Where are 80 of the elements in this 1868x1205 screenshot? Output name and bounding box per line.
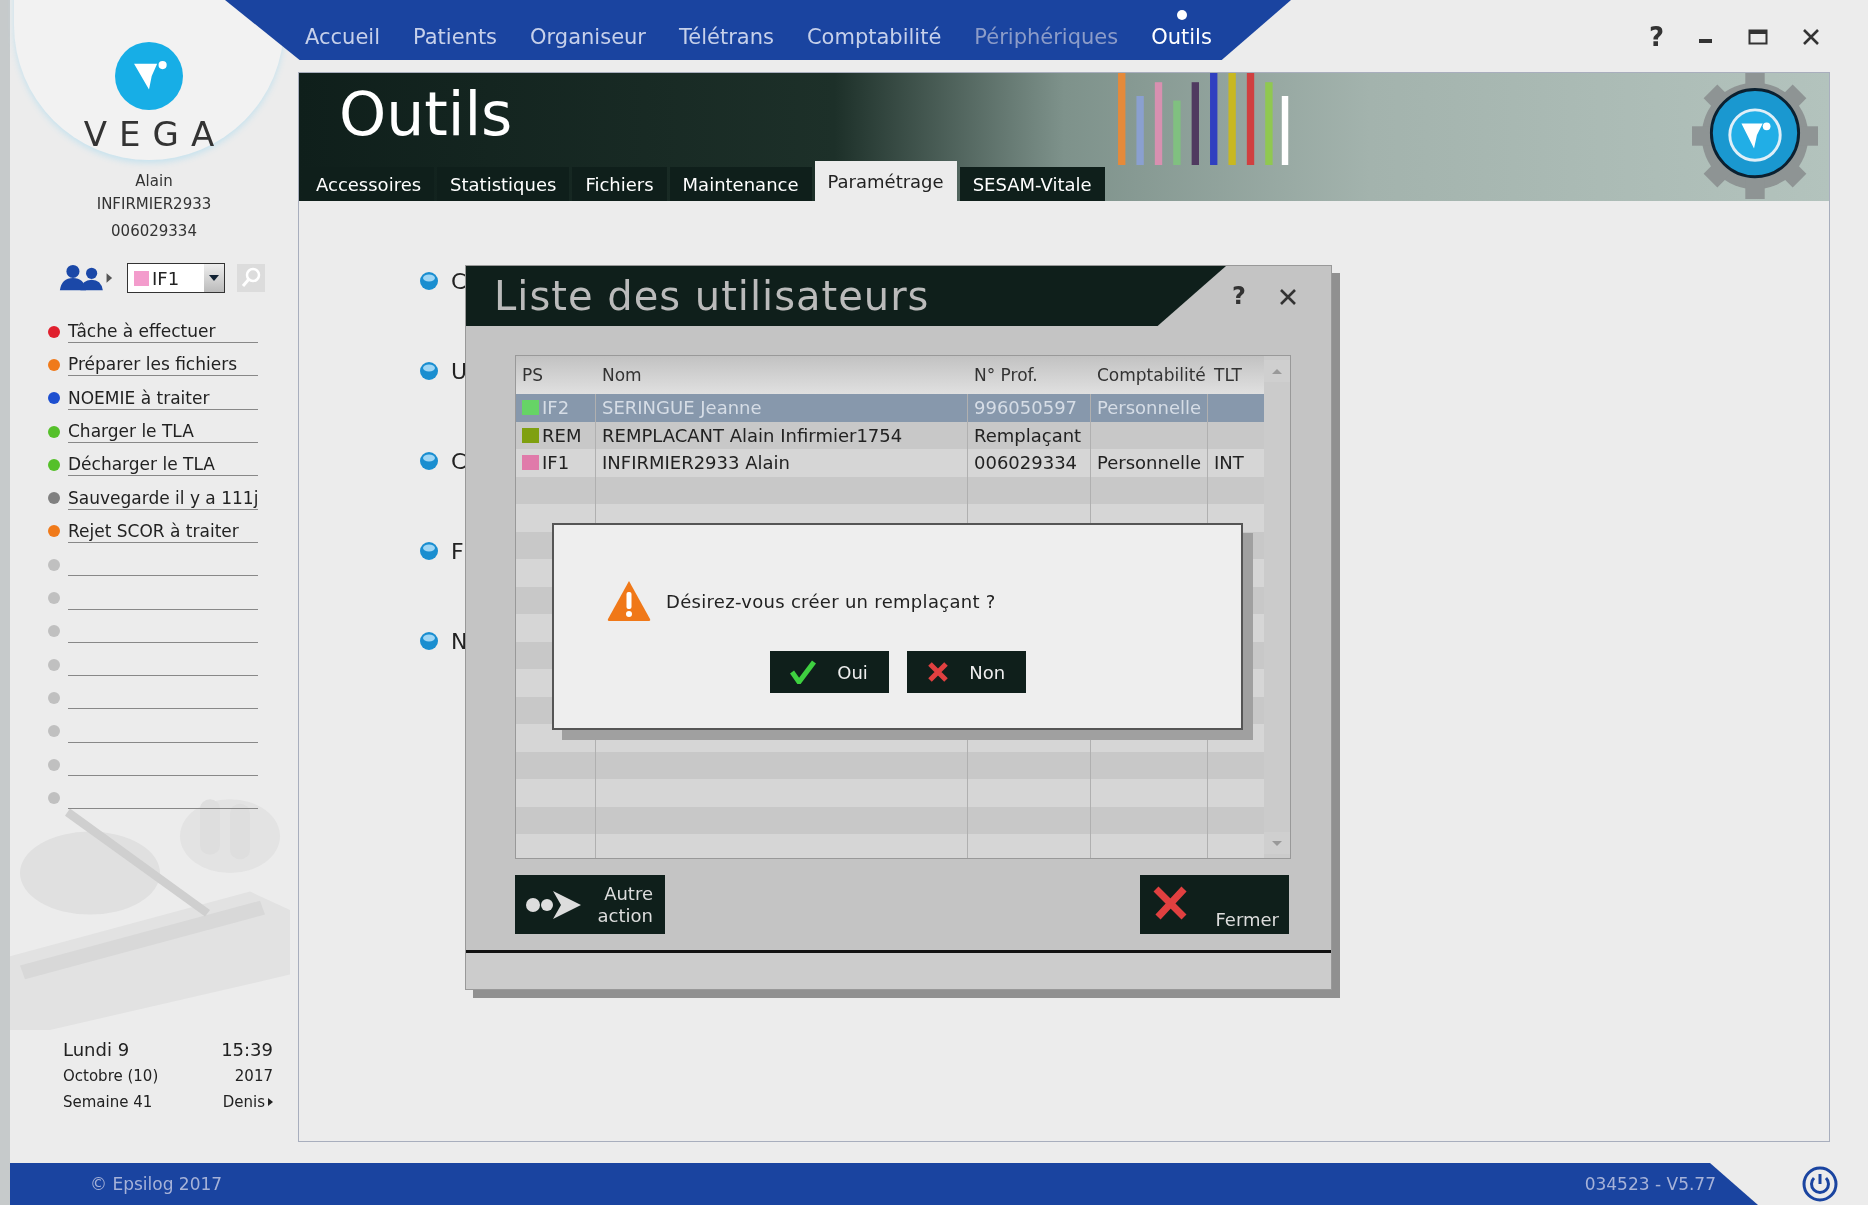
task-link[interactable]: Rejet SCOR à traiter xyxy=(68,519,258,543)
caret-icon xyxy=(268,1098,273,1106)
column-header: Nom xyxy=(601,364,643,387)
bullet-icon xyxy=(419,361,439,381)
table-cell: INT xyxy=(1214,452,1244,474)
section-tab[interactable]: Fichiers xyxy=(572,167,667,201)
logo-text: VEGA xyxy=(82,114,227,154)
user-first-name: Alain xyxy=(134,171,174,192)
table-cell: Personnelle xyxy=(1097,452,1202,474)
yes-button[interactable]: Oui xyxy=(769,651,889,693)
close-icon[interactable] xyxy=(1279,288,1297,306)
bullet-icon xyxy=(419,541,439,561)
dialog-title: Liste des utilisateurs xyxy=(466,266,1226,326)
date-year: 2017 xyxy=(234,1066,273,1087)
close-icon[interactable] xyxy=(1802,28,1820,46)
section-tab[interactable]: Maintenance xyxy=(669,167,812,201)
action-button[interactable]: Autre action xyxy=(515,875,665,934)
table-cell: 996050597 xyxy=(974,397,1078,419)
user-row[interactable]: IF1 INFIRMIER2933 Alain 006029334 Personnelle INT xyxy=(516,449,1264,477)
menu-item-text[interactable]: C xyxy=(451,448,467,474)
help-button[interactable]: ? xyxy=(1232,282,1246,310)
column-header: N° Prof. xyxy=(973,364,1039,387)
task-link[interactable]: Sauvegarde il y a 111j xyxy=(68,486,258,510)
user-last-name: INFIRMIER2933 xyxy=(95,194,213,215)
table-cell: REMPLACANT Alain Infirmier1754 xyxy=(602,424,903,446)
help-button[interactable]: ? xyxy=(1648,22,1664,52)
table-cell: SERINGUE Jeanne xyxy=(602,397,762,419)
copyright-text: © Epsilog 2017 xyxy=(90,1174,223,1194)
nav-tab[interactable]: Comptabilité xyxy=(806,10,942,50)
date-day: Lundi 9 xyxy=(63,1037,130,1063)
user-row[interactable]: REM REMPLACANT Alain Infirmier1754 Remplaçant xyxy=(516,421,1264,449)
menu-item-text[interactable]: F xyxy=(451,538,464,564)
page-title: Outils xyxy=(339,79,513,149)
confirm-message: Désirez-vous créer un remplaçant ? xyxy=(666,590,996,612)
warning-icon xyxy=(606,579,652,623)
table-cell: IF2 xyxy=(542,397,570,419)
user-switch-link[interactable]: Denis xyxy=(222,1089,273,1115)
nav-tab[interactable]: Accueil xyxy=(305,10,380,50)
table-cell: 006029334 xyxy=(974,452,1078,474)
check-icon xyxy=(790,660,817,684)
table-cell: IF1 xyxy=(542,452,570,474)
cross-icon xyxy=(926,661,949,683)
users-icon[interactable] xyxy=(57,264,115,292)
close-button[interactable]: Fermer xyxy=(1140,875,1289,934)
version-text: 034523 - V5.77 xyxy=(1584,1174,1716,1194)
section-tab[interactable]: Statistiques xyxy=(437,167,570,201)
table-cell: INFIRMIER2933 Alain xyxy=(602,452,790,474)
task-link[interactable]: Charger le TLA xyxy=(68,420,258,444)
table-cell: Remplaçant xyxy=(974,424,1082,446)
task-link[interactable]: NOEMIE à traiter xyxy=(68,386,258,410)
user-number: 006029334 xyxy=(110,221,198,242)
table-cell: REM xyxy=(542,424,582,446)
dropdown-arrow-icon xyxy=(209,275,219,281)
menu-item-text[interactable]: C xyxy=(451,268,467,294)
column-header: PS xyxy=(521,364,545,387)
maximize-icon[interactable] xyxy=(1748,29,1768,45)
vega-logo-icon xyxy=(115,42,183,110)
menu-item-text[interactable]: U xyxy=(451,358,468,384)
no-button[interactable]: Non xyxy=(906,651,1026,693)
clock-time: 15:39 xyxy=(221,1038,273,1062)
nav-tab[interactable]: Organiseur xyxy=(530,10,646,50)
bullet-icon xyxy=(419,271,439,291)
week-number: Semaine 41 xyxy=(63,1092,153,1113)
nav-tab[interactable]: Patients xyxy=(413,10,498,50)
bullet-icon xyxy=(419,631,439,651)
task-link[interactable]: Décharger le TLA xyxy=(68,453,258,477)
power-icon[interactable] xyxy=(1802,1166,1838,1202)
task-link[interactable]: Préparer les fichiers xyxy=(68,353,258,377)
user-dropdown[interactable]: IF1 xyxy=(127,263,225,293)
nav-tab[interactable]: Télétrans xyxy=(679,10,774,50)
menu-item-text[interactable]: N xyxy=(451,628,468,654)
section-tab[interactable]: SESAM-Vitale xyxy=(959,167,1105,201)
column-header: TLT xyxy=(1213,364,1243,387)
task-link[interactable]: Tâche à effectuer xyxy=(68,320,258,344)
bullet-icon xyxy=(419,451,439,471)
date-month: Octobre (10) xyxy=(63,1066,159,1087)
column-header: Comptabilité xyxy=(1096,364,1207,387)
table-cell: Personnelle xyxy=(1097,397,1202,419)
nav-tab[interactable]: Outils xyxy=(1151,10,1212,50)
section-tab[interactable]: Paramétrage xyxy=(814,161,957,201)
